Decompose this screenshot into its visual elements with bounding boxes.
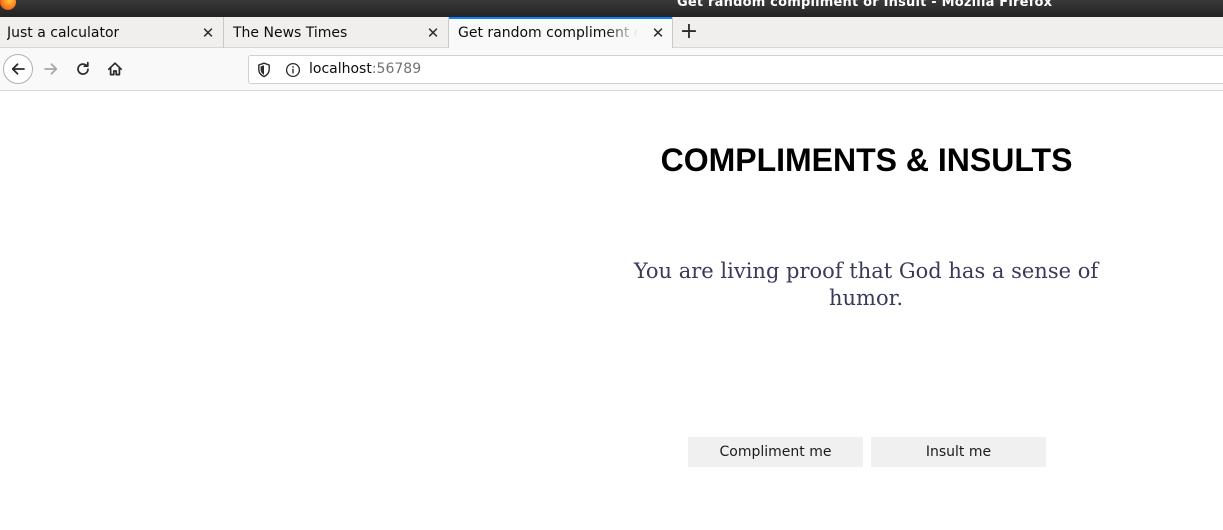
shield-icon[interactable] [257, 62, 271, 78]
home-button[interactable] [100, 54, 130, 84]
window-title: Get random compliment or Insult - Mozill… [677, 0, 1053, 10]
tab-compliment-or-insult[interactable]: Get random compliment or Insult ✕ [448, 17, 673, 48]
forward-button[interactable] [36, 54, 66, 84]
plus-icon[interactable]: + [678, 20, 700, 44]
close-icon[interactable]: ✕ [200, 25, 216, 41]
back-button[interactable] [3, 54, 33, 84]
tab-label: Get random compliment or Insult [458, 24, 638, 41]
info-icon[interactable] [285, 62, 301, 78]
url-text[interactable]: localhost:56789 [309, 61, 421, 77]
address-bar[interactable]: localhost:56789 [248, 55, 1223, 84]
tab-label: The News Times [233, 24, 348, 41]
reload-button[interactable] [68, 54, 98, 84]
firefox-logo-icon [0, 0, 16, 10]
page-title: COMPLIMENTS & INSULTS [660, 142, 1073, 178]
url-host: localhost [309, 61, 372, 77]
back-arrow-icon [11, 63, 25, 75]
tab-strip: Just a calculator ✕ The News Times ✕ Get… [0, 17, 1223, 48]
tab-label: Just a calculator [7, 24, 120, 41]
forward-arrow-icon [44, 63, 58, 75]
close-icon[interactable]: ✕ [650, 25, 666, 41]
reload-icon [77, 61, 89, 75]
navigation-toolbar: localhost:56789 [0, 48, 1223, 91]
home-icon [107, 62, 123, 76]
window-titlebar: Get random compliment or Insult - Mozill… [0, 0, 1223, 17]
url-port: :56789 [371, 61, 422, 77]
generated-message: You are living proof that God has a sens… [633, 259, 1099, 310]
tab-the-news-times[interactable]: The News Times ✕ [223, 17, 447, 48]
compliment-me-button[interactable]: Compliment me [688, 437, 863, 467]
insult-me-button[interactable]: Insult me [871, 437, 1046, 467]
page-content: COMPLIMENTS & INSULTS You are living pro… [0, 92, 1223, 530]
tab-just-a-calculator[interactable]: Just a calculator ✕ [0, 17, 222, 48]
close-icon[interactable]: ✕ [425, 25, 441, 41]
